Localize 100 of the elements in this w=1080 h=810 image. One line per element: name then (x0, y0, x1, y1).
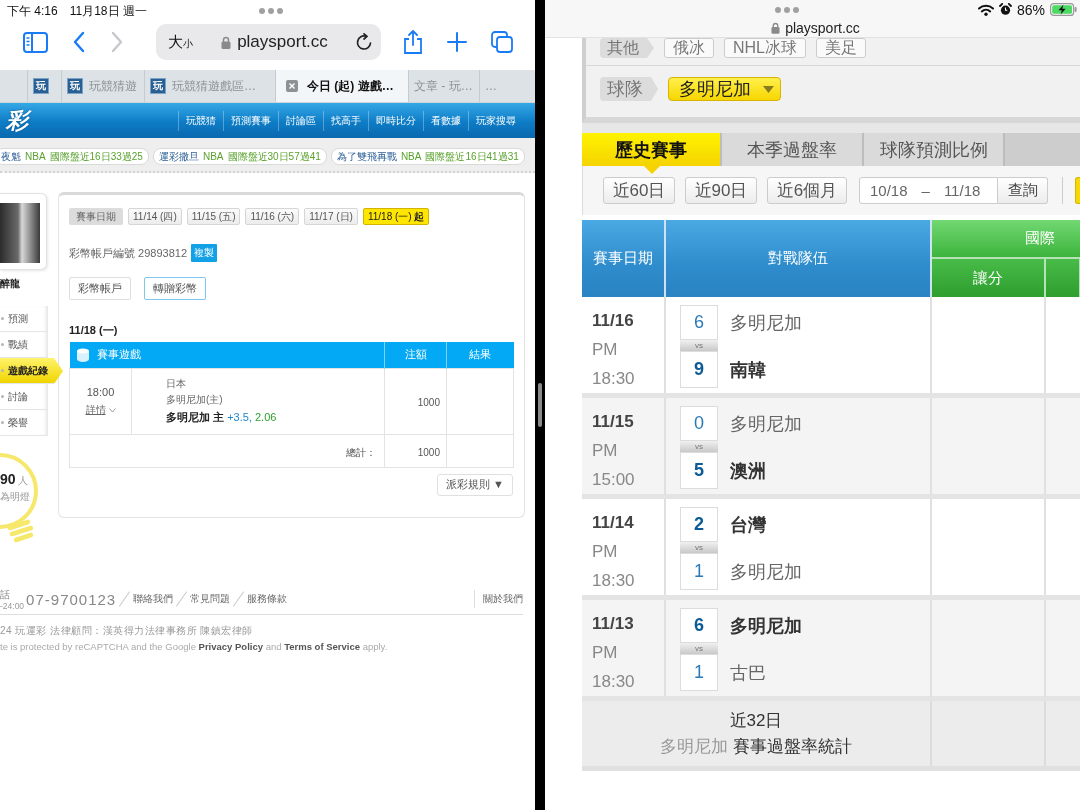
column-header: 賽事日期 (582, 220, 665, 297)
query-button[interactable]: 查詢 (998, 177, 1048, 204)
nav-link[interactable]: 找高手 (323, 110, 368, 131)
browser-tab[interactable]: 今日 (起) 遊戲… (275, 70, 408, 102)
more-icon[interactable] (259, 8, 283, 14)
filter-label: 其他 (600, 38, 654, 58)
divider-handle[interactable] (538, 383, 542, 427)
phone-label: 話 (0, 587, 10, 602)
share-icon[interactable] (403, 30, 423, 54)
team-name: 多明尼加 (730, 311, 802, 335)
column-header: 注額 (384, 342, 447, 368)
address-bar[interactable]: 大小 playsport.cc (156, 24, 381, 60)
match-period: PM (592, 440, 618, 462)
browser-tab[interactable]: 玩 (27, 70, 61, 102)
range-button[interactable]: 近6個月 (767, 177, 847, 204)
bet-match: 多明尼加(主) (166, 393, 223, 407)
range-button[interactable]: 近90日 (685, 177, 757, 204)
site-favicon: 玩 (67, 78, 83, 94)
nav-link[interactable]: 即時比分 (368, 110, 423, 131)
footer-link[interactable]: 關於我們 (483, 592, 523, 606)
sidebar-item[interactable]: 遊戲紀錄 (0, 358, 63, 384)
recaptcha-notice: te is protected by reCAPTCHA and the Google Privacy Policy and Terms of Service apply. (0, 641, 388, 652)
status-date: 11月18日 週一 (69, 2, 147, 20)
account-button[interactable]: 彩幣帳戶 (69, 277, 131, 300)
match-date: 11/13 (592, 613, 634, 635)
match-time: 15:00 (592, 469, 635, 491)
nav-link[interactable]: 討論區 (278, 110, 323, 131)
footer-link[interactable]: 服務條款 (247, 592, 288, 606)
sidebar-icon[interactable] (23, 31, 48, 53)
lamp-unit: 人 (17, 474, 28, 488)
summary-label: 多明尼加 賽事過盤率統計 (660, 735, 852, 758)
team-name: 台灣 (730, 513, 766, 537)
bullet-icon (1, 369, 4, 372)
site-favicon: 玩 (150, 78, 166, 94)
browser-tab[interactable]: 玩 玩競猜遊 (61, 70, 144, 102)
close-icon[interactable] (286, 80, 298, 92)
bullet-icon (1, 395, 4, 398)
view-tab[interactable]: 歷史賽事 (582, 133, 722, 166)
team-dropdown[interactable]: 多明尼加 (668, 77, 781, 101)
sidebar-item[interactable]: 榮譽 (0, 410, 48, 436)
team-score: 1 (680, 654, 718, 691)
date-chip[interactable]: 11/17 (日) (304, 208, 358, 225)
vs-label: vs (680, 542, 718, 553)
date-chip[interactable]: 11/16 (六) (245, 208, 300, 225)
match-period: PM (592, 642, 618, 664)
sidebar-item[interactable]: 戰績 (0, 332, 48, 358)
column-header: 讓分 (931, 258, 1045, 297)
date-range-field[interactable]: 10/18 – 11/18 (859, 177, 998, 204)
team-score: 5 (680, 452, 718, 489)
nav-link[interactable]: 玩家搜尋 (468, 110, 523, 131)
match-date: 11/16 (592, 310, 634, 332)
team-score: 1 (680, 553, 718, 590)
battery-percent: 86% (1016, 1, 1045, 18)
bullet-icon (1, 317, 4, 320)
footer-link[interactable]: 聯絡我們 (133, 592, 174, 606)
column-header: 對戰隊伍 (665, 220, 931, 297)
filter-option[interactable]: 美足 (816, 38, 866, 58)
date-chip[interactable]: 11/18 (一) 起 (362, 208, 430, 225)
vs-label: vs (680, 340, 718, 351)
date-chip[interactable]: 11/15 (五) (186, 208, 241, 225)
view-tab[interactable]: 本季過盤率 (722, 133, 864, 166)
ticker-item[interactable]: 夜魁 NBA 國際盤近16日33過25 (0, 148, 149, 165)
team-name: 古巴 (730, 661, 766, 685)
date-chip[interactable]: 11/14 (四) (128, 208, 182, 225)
nav-link[interactable]: 看數據 (423, 110, 468, 131)
nav-link[interactable]: 預測賽事 (223, 110, 278, 131)
view-tab[interactable]: 球隊預測比例 (864, 133, 1005, 166)
plus-icon[interactable] (447, 32, 467, 52)
column-group-header: 國際 (931, 220, 1080, 258)
chevron-left-icon[interactable] (73, 31, 85, 53)
match-period: PM (592, 339, 618, 361)
phone-number: 07-9700123 (26, 590, 117, 608)
match-date: 11/15 (592, 411, 634, 433)
summary-period: 近32日 (729, 709, 783, 732)
footer-link[interactable]: 常見問題 (190, 592, 231, 606)
reload-icon[interactable] (356, 33, 373, 51)
nav-link[interactable]: 玩競猜 (178, 110, 223, 131)
tabs-icon[interactable] (491, 31, 513, 53)
ticker-item[interactable]: 運彩撒旦 NBA 國際盤近30日57過41 (152, 148, 327, 165)
vs-label: vs (680, 643, 718, 654)
team-name: 多明尼加 (730, 412, 802, 436)
sidebar-item[interactable]: 預測 (0, 306, 48, 332)
total-label: 總計： (346, 446, 376, 458)
match-time: 18:30 (592, 671, 635, 693)
ticker-item[interactable]: 為了雙飛再戰 NBA 國際盤近16日41過31 (330, 148, 525, 165)
payout-rules-button[interactable]: 派彩規則 ▼ (437, 473, 513, 496)
match-time: 18:30 (592, 368, 635, 390)
match-date: 11/14 (592, 512, 634, 534)
details-link[interactable]: 詳情 (85, 403, 116, 417)
legal-text: 24 玩運彩 法律顧問：漢英得力法律事務所 陳鎮宏律師 (0, 624, 253, 638)
lamp-caption: 為明燈 (0, 490, 31, 504)
filter-option[interactable]: 俄冰 (664, 38, 714, 58)
sidebar-item[interactable]: 討論 (0, 384, 48, 410)
url-text: playsport.cc (785, 20, 860, 36)
range-button[interactable]: 近60日 (603, 177, 675, 204)
filter-option[interactable]: NHL冰球 (724, 38, 806, 58)
total-amount: 1000 (417, 446, 440, 458)
text-size-button[interactable]: 大小 (168, 32, 193, 52)
account-button[interactable]: 轉贈彩幣 (144, 277, 206, 300)
more-icon[interactable] (775, 6, 799, 13)
